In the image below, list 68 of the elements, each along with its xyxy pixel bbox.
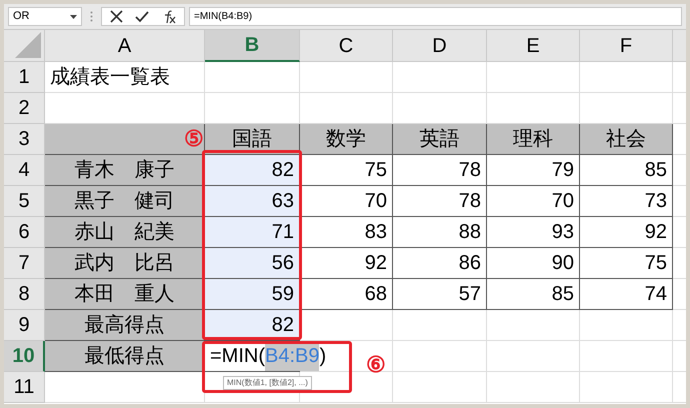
cell-text: 73 [644,189,667,214]
row-header[interactable]: 6 [4,217,45,248]
cell-text: 社会 [606,127,646,152]
cell-text: 国語 [232,127,272,152]
name-box-text: OR [13,9,30,24]
row-header[interactable]: 5 [4,186,45,217]
cell-text: 78 [458,158,481,183]
formula-tooltip: MIN(数値1, [数値2], ...) [223,376,312,390]
cell-text: 92 [644,220,667,245]
cell-text: 57 [458,282,481,307]
cell-text: 83 [364,220,387,245]
column-header[interactable]: B [205,30,300,62]
row-header[interactable]: 9 [4,310,45,341]
row-header[interactable]: 10 [4,341,45,372]
column-header[interactable]: F [580,30,673,62]
cell-text: 成績表一覧表 [50,65,170,90]
cell-text: 59 [272,282,294,307]
cell-text: 74 [644,282,667,307]
cell-text: 数学 [326,127,366,152]
grip-icon [90,11,93,22]
cancel-icon[interactable] [110,10,123,23]
cell-text: 70 [364,189,387,214]
cell-formula[interactable]: =MIN(B4:B9) [210,341,326,371]
row-header[interactable]: 2 [4,93,45,124]
cell-text: 93 [552,220,574,245]
cell-text: 黒子 健司 [74,189,174,214]
cell-text: 最高得点 [84,313,164,338]
cell-text: 82 [272,158,294,183]
cell-text: 75 [364,158,387,183]
column-header[interactable]: A [45,30,205,62]
cell-text: 90 [552,251,574,276]
caret-icon [70,14,77,18]
cell-text: 68 [364,282,387,307]
column-header[interactable]: D [393,30,487,62]
cell-text: 武内 比呂 [74,251,174,276]
cell-text: 56 [272,251,294,276]
cell-text: 88 [458,220,481,245]
cell-text: 82 [272,313,294,338]
column-header[interactable]: E [487,30,580,62]
cell-text: 71 [272,220,294,245]
row-header[interactable]: 4 [4,155,45,186]
row-header[interactable]: 3 [4,124,45,155]
cell-text: 86 [458,251,481,276]
row-header[interactable]: 7 [4,248,45,279]
cell-text: 英語 [420,127,460,152]
formula-field[interactable]: =MIN(B4:B9) [189,7,682,26]
checkmark-icon[interactable] [135,10,149,22]
cell-text: 79 [552,158,574,183]
step-number: ⑥ [366,354,386,376]
cell-text: 75 [644,251,667,276]
cell-text: 78 [458,189,481,214]
cell-text: 70 [552,189,574,214]
cell-text: 85 [552,282,574,307]
cell-text: 最低得点 [84,344,164,369]
cell-text: 92 [364,251,387,276]
cell-text: 理科 [513,127,553,152]
row-header[interactable]: 11 [4,372,45,403]
cell-text: 本田 重人 [74,282,174,307]
cell-text: 青木 康子 [74,158,174,183]
cell-text: 63 [272,189,294,214]
column-header[interactable]: C [300,30,393,62]
step-number: ⑤ [184,128,204,150]
cell-text: 85 [644,158,667,183]
formula-text: =MIN(B4:B9) [194,10,252,24]
name-box[interactable]: OR [8,7,82,26]
row-header[interactable]: 1 [4,62,45,93]
row-header[interactable]: 8 [4,279,45,310]
cell-text: 赤山 紀美 [74,220,174,245]
